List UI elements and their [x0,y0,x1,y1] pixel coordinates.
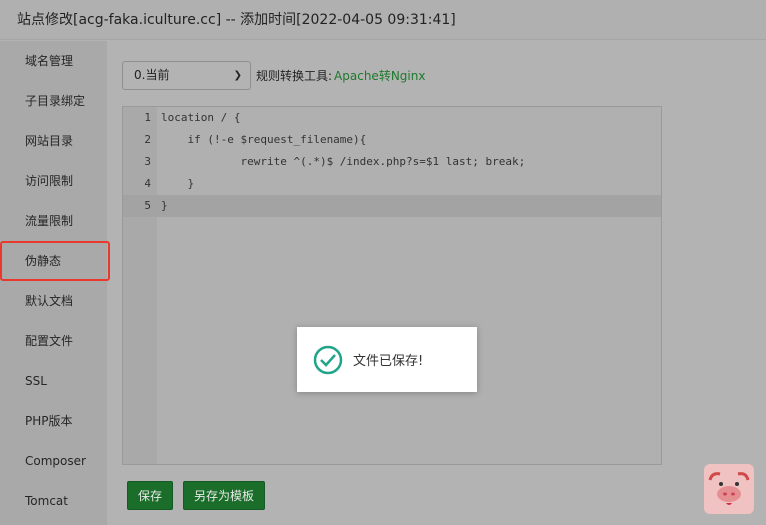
toolbar: 0.当前 ❯ 规则转换工具: Apache转Nginx [122,61,425,90]
sidebar-item-php[interactable]: PHP版本 [0,401,107,441]
pig-mascot-icon[interactable] [704,464,754,514]
code-line-active: 5} [123,195,661,217]
line-number: 5 [144,199,151,212]
sidebar-item-ssl[interactable]: SSL [0,361,107,401]
code-line: 2 if (!-e $request_filename){ [123,129,661,151]
sidebar-item-subdir[interactable]: 子目录绑定 [0,81,107,121]
code-text: if (!-e $request_filename){ [161,133,367,146]
version-select[interactable]: 0.当前 ❯ [122,61,251,90]
sidebar-item-site-dir[interactable]: 网站目录 [0,121,107,161]
code-line: 4 } [123,173,661,195]
toast-message: 文件已保存! [353,354,424,369]
line-number: 3 [144,155,151,168]
save-button[interactable]: 保存 [127,481,173,510]
check-circle-icon [313,345,343,374]
dialog-title: 站点修改[acg-faka.iculture.cc] -- 添加时间[2022-… [0,0,766,40]
tool-label: 规则转换工具: [256,69,333,83]
line-number: 2 [144,133,151,146]
version-select-value: 0.当前 [134,68,170,82]
sidebar-item-default-doc[interactable]: 默认文档 [0,281,107,321]
sidebar: 域名管理 子目录绑定 网站目录 访问限制 流量限制 伪静态 默认文档 配置文件 … [0,41,110,525]
code-line: 1 location / { [123,107,661,129]
save-as-template-button[interactable]: 另存为模板 [183,481,265,510]
line-number: 4 [144,177,151,190]
sidebar-item-composer[interactable]: Composer [0,441,107,481]
apache-to-nginx-link[interactable]: Apache转Nginx [334,67,425,84]
code-text: location / { [161,111,241,124]
code-text: rewrite ^(.*)$ /index.php?s=$1 last; bre… [161,155,526,168]
chevron-down-icon: ❯ [233,70,242,81]
sidebar-item-config[interactable]: 配置文件 [0,321,107,361]
code-text: } [161,177,195,190]
code-text: } [161,199,168,212]
code-line: 3 rewrite ^(.*)$ /index.php?s=$1 last; b… [123,151,661,173]
code-editor[interactable]: 1 location / { 2 if (!-e $request_filenam… [122,106,662,465]
sidebar-item-traffic-limit[interactable]: 流量限制 [0,201,107,241]
sidebar-item-domain[interactable]: 域名管理 [0,41,107,81]
saved-toast: 文件已保存! [297,327,477,392]
line-number: 1 [144,111,151,124]
sidebar-item-access-limit[interactable]: 访问限制 [0,161,107,201]
sidebar-item-tomcat[interactable]: Tomcat [0,481,107,521]
sidebar-item-rewrite[interactable]: 伪静态 [0,241,110,281]
